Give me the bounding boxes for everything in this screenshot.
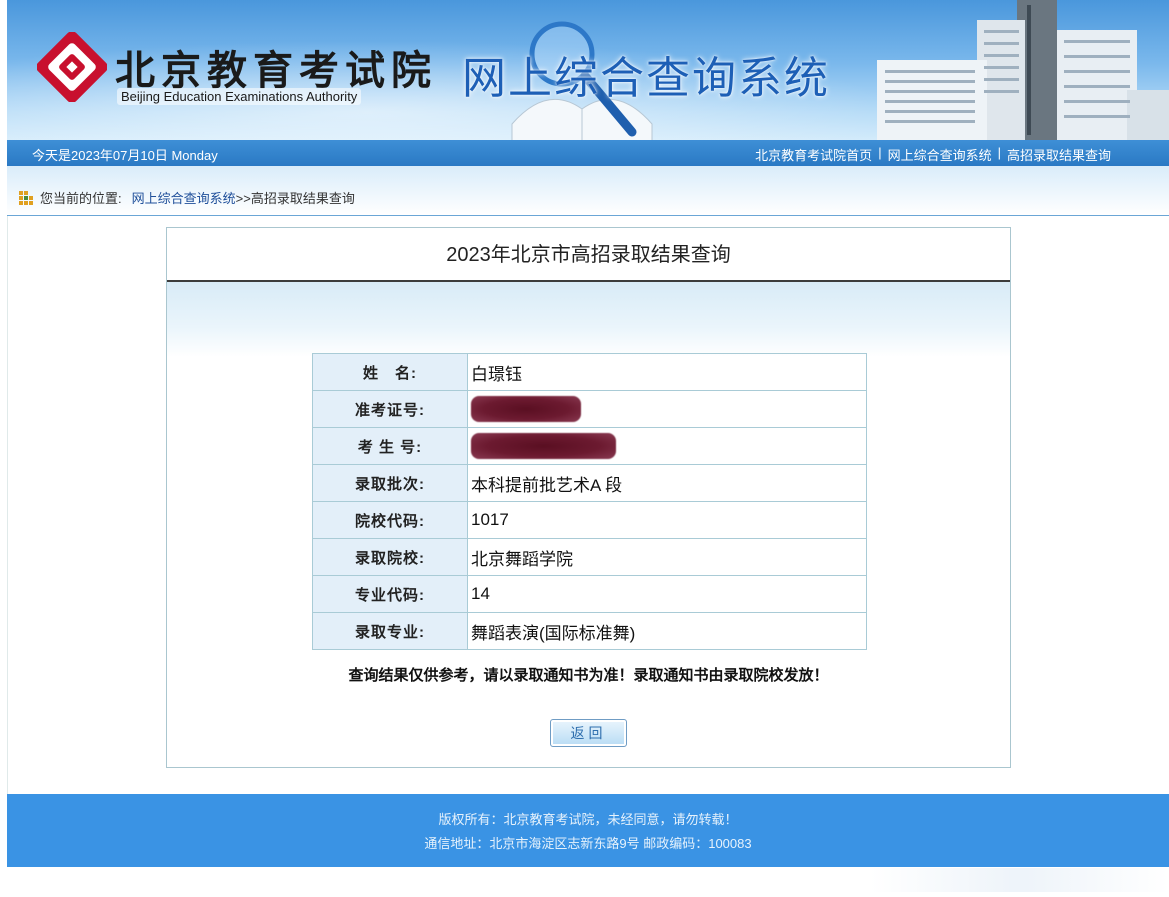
table-row: 录取批次: 本科提前批艺术A 段 — [312, 464, 867, 502]
top-nav-bar: 今天是2023年07月10日 Monday 北京教育考试院首页 | 网上综合查询… — [7, 140, 1169, 166]
admission-result-table: 姓 名: 白璟钰 准考证号: 考 生 号: 录取批次: 本科提前批艺术A 段院校代码: 10… — [312, 353, 867, 650]
field-value: 舞蹈表演(国际标准舞) — [467, 612, 867, 650]
field-value: 14 — [467, 575, 867, 613]
field-label: 姓 名: — [312, 353, 468, 391]
redaction-mark — [471, 396, 581, 422]
back-button[interactable]: 返回 — [550, 719, 627, 747]
breadcrumb-current: >>高招录取结果查询 — [235, 191, 355, 206]
breadcrumb: 您当前的位置: 网上综合查询系统 >>高招录取结果查询 — [19, 188, 355, 207]
nav-separator: | — [878, 145, 882, 160]
result-notice: 查询结果仅供参考，请以录取通知书为准！录取通知书由录取院校发放！ — [348, 667, 829, 684]
breadcrumb-label: 您当前的位置: — [40, 191, 122, 206]
building-illustration-icon — [877, 0, 1169, 140]
title-band — [167, 282, 1010, 357]
breadcrumb-area: 您当前的位置: 网上综合查询系统 >>高招录取结果查询 — [7, 166, 1169, 216]
redaction-mark — [471, 433, 616, 459]
nav-separator: | — [997, 145, 1001, 160]
table-row: 录取院校: 北京舞蹈学院 — [312, 538, 867, 576]
nav-link-admission-query[interactable]: 高招录取结果查询 — [1007, 145, 1111, 164]
table-row: 准考证号: — [312, 390, 867, 428]
table-row: 院校代码: 1017 — [312, 501, 867, 539]
header-banner: 北京教育考试院 Beijing Education Examinations A… — [7, 0, 1169, 140]
field-label: 专业代码: — [312, 575, 468, 613]
field-label: 录取专业: — [312, 612, 468, 650]
field-value-redacted — [467, 427, 867, 465]
footer-copyright: 版权所有：北京教育考试院，未经同意，请勿转载！ — [438, 812, 738, 827]
table-row: 专业代码: 14 — [312, 575, 867, 613]
field-label: 院校代码: — [312, 501, 468, 539]
brand-name-en: Beijing Education Examinations Authority — [117, 88, 362, 105]
corner-fade — [870, 868, 1169, 892]
table-row: 录取专业: 舞蹈表演(国际标准舞) — [312, 612, 867, 650]
beea-logo-icon — [37, 32, 107, 102]
field-value: 本科提前批艺术A 段 — [467, 464, 867, 502]
page-title: 2023年北京市高招录取结果查询 — [167, 228, 1010, 282]
table-row: 考 生 号: — [312, 427, 867, 465]
nav-link-home[interactable]: 北京教育考试院首页 — [755, 145, 872, 164]
location-grid-icon — [19, 191, 33, 205]
footer-address: 通信地址：北京市海淀区志新东路9号 邮政编码：100083 — [424, 836, 752, 851]
nav-link-query-system[interactable]: 网上综合查询系统 — [888, 145, 992, 164]
field-value: 北京舞蹈学院 — [467, 538, 867, 576]
nav-links: 北京教育考试院首页 | 网上综合查询系统 | 高招录取结果查询 — [755, 145, 1111, 164]
result-panel: 2023年北京市高招录取结果查询 姓 名: 白璟钰 准考证号: 考 生 号: 录取批次:… — [166, 227, 1011, 768]
field-value: 1017 — [467, 501, 867, 539]
table-row: 姓 名: 白璟钰 — [312, 353, 867, 391]
field-label: 录取院校: — [312, 538, 468, 576]
field-value: 白璟钰 — [467, 353, 867, 391]
field-label: 录取批次: — [312, 464, 468, 502]
field-value-redacted — [467, 390, 867, 428]
system-title: 网上综合查询系统 — [462, 53, 830, 104]
current-date: 今天是2023年07月10日 Monday — [32, 148, 218, 163]
page-footer: 版权所有：北京教育考试院，未经同意，请勿转载！ 通信地址：北京市海淀区志新东路9… — [7, 794, 1169, 867]
field-label: 考 生 号: — [312, 427, 468, 465]
field-label: 准考证号: — [312, 390, 468, 428]
breadcrumb-link-query-system[interactable]: 网上综合查询系统 — [132, 188, 236, 207]
